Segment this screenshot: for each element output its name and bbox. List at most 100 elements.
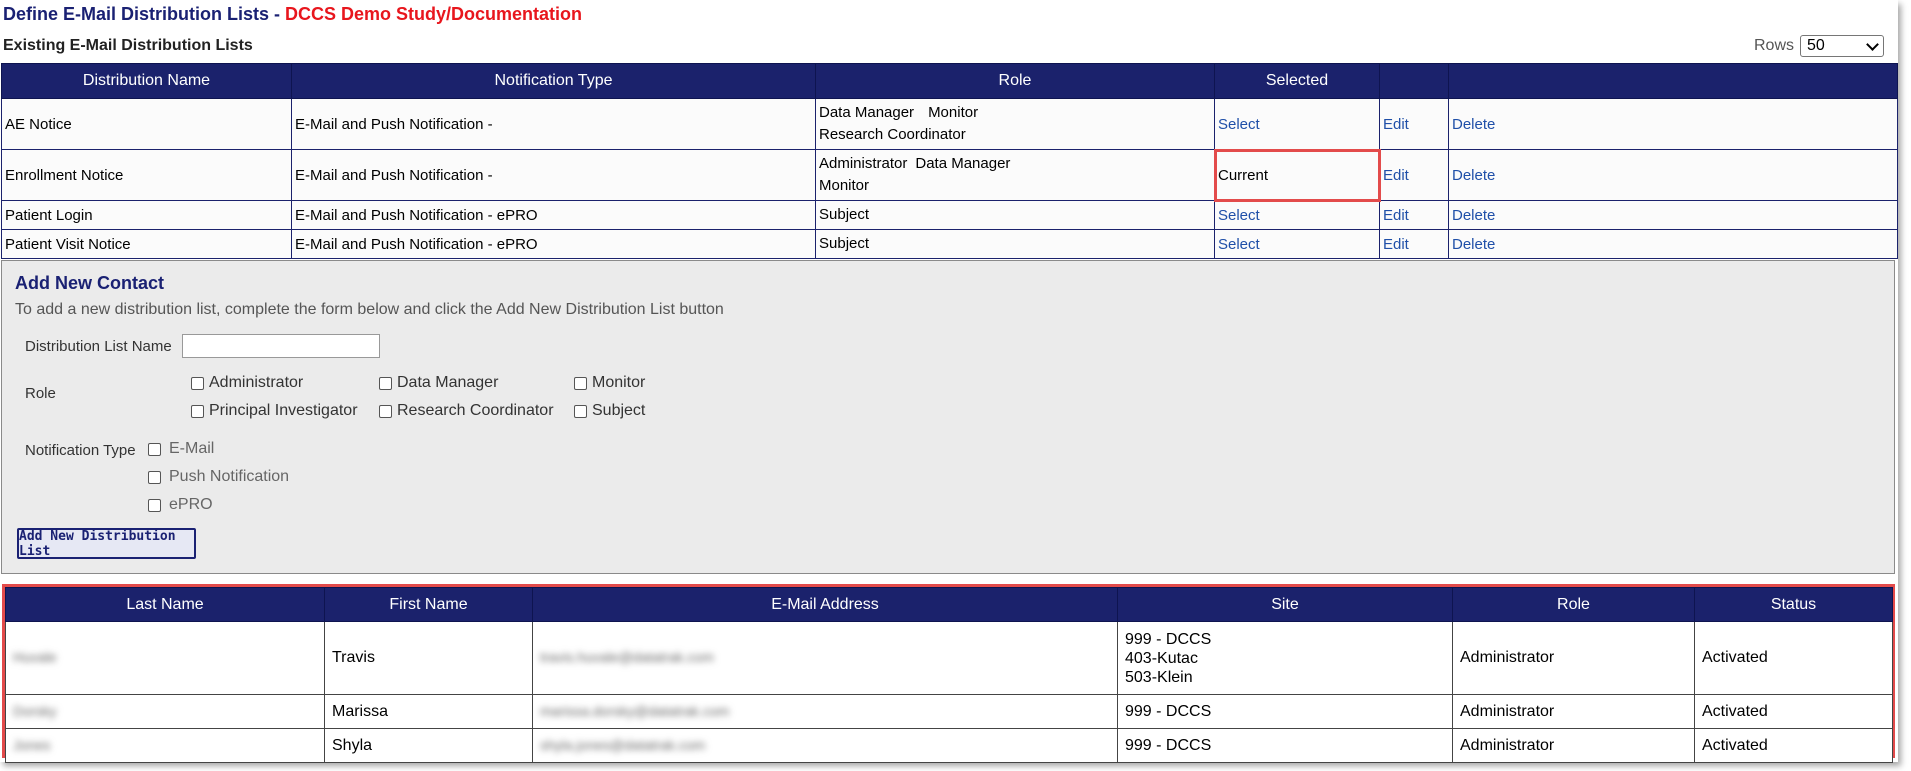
role-list: Subject xyxy=(815,200,1215,230)
app-frame: Define E-Mail Distribution Lists - DCCS … xyxy=(0,0,1898,763)
rows-select[interactable]: 50 xyxy=(1800,35,1884,57)
site-line: 999 - DCCS xyxy=(1125,736,1212,754)
site: 999 - DCCS xyxy=(1117,694,1453,729)
table-row: Jones Shyla shyla.jones@datatrak.com 999… xyxy=(5,728,1893,763)
role-checkbox-subject[interactable]: Subject xyxy=(574,402,645,420)
last-name: Huvale xyxy=(5,621,325,695)
page-title-text: Define E-Mail Distribution Lists - xyxy=(3,4,286,24)
table-header-row: Last Name First Name E-Mail Address Site… xyxy=(5,587,1893,622)
role-chip: Subject xyxy=(819,235,870,252)
email: marissa.dorsky@datatrak.com xyxy=(532,694,1118,729)
contacts-highlight: Last Name First Name E-Mail Address Site… xyxy=(2,584,1895,763)
role-list: Data Manager Monitor Research Coordinator xyxy=(815,98,1215,150)
add-contact-title: Add New Contact xyxy=(15,273,165,293)
edit-link[interactable]: Edit xyxy=(1379,200,1449,230)
col-site: Site xyxy=(1117,587,1453,622)
edit-link[interactable]: Edit xyxy=(1379,229,1449,259)
table-row: AE Notice E-Mail and Push Notification -… xyxy=(1,98,1898,150)
role-checkbox-monitor[interactable]: Monitor xyxy=(574,374,645,392)
site: 999 - DCCS 403-Kutac 503-Klein xyxy=(1117,621,1453,695)
table-row: Enrollment Notice E-Mail and Push Notifi… xyxy=(1,148,1898,202)
last-name-text: Dorsky xyxy=(13,702,57,719)
role: Administrator xyxy=(1452,621,1695,695)
last-name: Jones xyxy=(5,728,325,763)
rows-label: Rows xyxy=(1753,37,1794,54)
select-link[interactable]: Select xyxy=(1214,98,1380,150)
study-name: DCCS Demo Study/Documentation xyxy=(285,4,583,24)
col-distribution-name: Distribution Name xyxy=(1,63,292,99)
distribution-name: AE Notice xyxy=(1,98,292,150)
first-name: Shyla xyxy=(324,728,533,763)
site-line: 999 - DCCS xyxy=(1125,630,1212,648)
notification-type: E-Mail and Push Notification - ePRO xyxy=(291,200,816,230)
checkbox-label: Push Notification xyxy=(169,468,290,485)
delete-link[interactable]: Delete xyxy=(1448,229,1898,259)
last-name: Dorsky xyxy=(5,694,325,729)
checkbox-label: E-Mail xyxy=(169,440,215,457)
add-contact-description: To add a new distribution list, complete… xyxy=(15,301,724,318)
distribution-list-name-input[interactable] xyxy=(182,334,380,358)
distribution-list-name-label: Distribution List Name xyxy=(25,338,172,355)
email-text: marissa.dorsky@datatrak.com xyxy=(540,702,730,719)
site-line: 503-Klein xyxy=(1125,668,1193,686)
notification-type: E-Mail and Push Notification - ePRO xyxy=(291,229,816,259)
role-chip: Research Coordinator xyxy=(819,126,966,143)
role: Administrator xyxy=(1452,728,1695,763)
current-selected-cell: Current xyxy=(1213,148,1381,202)
delete-link[interactable]: Delete xyxy=(1448,200,1898,230)
role-chip: Monitor xyxy=(928,104,979,121)
email-text: shyla.jones@datatrak.com xyxy=(540,736,706,753)
role-chip: Monitor xyxy=(819,177,870,194)
table-row: Dorsky Marissa marissa.dorsky@datatrak.c… xyxy=(5,694,1893,729)
checkbox-icon xyxy=(148,442,161,456)
col-email: E-Mail Address xyxy=(532,587,1118,622)
role-checkbox-principal-investigator[interactable]: Principal Investigator xyxy=(191,402,358,420)
delete-link[interactable]: Delete xyxy=(1448,149,1898,201)
col-role: Role xyxy=(815,63,1215,99)
notification-checkbox-email[interactable]: E-Mail xyxy=(148,440,214,458)
checkbox-icon xyxy=(191,404,204,418)
select-link[interactable]: Select xyxy=(1214,200,1380,230)
role-checkbox-administrator[interactable]: Administrator xyxy=(191,374,303,392)
checkbox-icon xyxy=(191,376,204,390)
checkbox-icon xyxy=(148,470,161,484)
role-chip: Data Manager xyxy=(915,155,1011,172)
last-name-text: Jones xyxy=(13,736,51,753)
role-chip: Subject xyxy=(819,206,870,223)
role-label: Role xyxy=(25,385,56,402)
role-chip: Administrator xyxy=(819,155,908,172)
last-name-text: Huvale xyxy=(13,649,57,665)
email: shyla.jones@datatrak.com xyxy=(532,728,1118,763)
select-link[interactable]: Select xyxy=(1214,229,1380,259)
col-selected: Selected xyxy=(1214,63,1380,99)
checkbox-icon xyxy=(574,404,587,418)
email: travis.huvale@datatrak.com xyxy=(532,621,1118,695)
col-first-name: First Name xyxy=(324,587,533,622)
table-row: Huvale Travis travis.huvale@datatrak.com… xyxy=(5,621,1893,695)
col-delete xyxy=(1448,63,1898,99)
distribution-lists-table: Distribution Name Notification Type Role… xyxy=(1,63,1898,259)
checkbox-icon xyxy=(574,376,587,390)
notification-type-label: Notification Type xyxy=(25,442,136,459)
checkbox-icon xyxy=(148,498,161,512)
checkbox-label: Monitor xyxy=(592,374,646,391)
first-name: Travis xyxy=(324,621,533,695)
edit-link[interactable]: Edit xyxy=(1379,98,1449,150)
add-distribution-list-button[interactable]: Add New Distribution List xyxy=(17,528,196,559)
notification-checkbox-epro[interactable]: ePRO xyxy=(148,496,213,514)
col-last-name: Last Name xyxy=(5,587,325,622)
role-checkbox-data-manager[interactable]: Data Manager xyxy=(379,374,498,392)
checkbox-label: Research Coordinator xyxy=(397,402,554,419)
checkbox-icon xyxy=(379,376,392,390)
delete-link[interactable]: Delete xyxy=(1448,98,1898,150)
status: Activated xyxy=(1694,694,1893,729)
table-header-row: Distribution Name Notification Type Role… xyxy=(1,63,1898,99)
role-checkbox-research-coordinator[interactable]: Research Coordinator xyxy=(379,402,554,420)
edit-link[interactable]: Edit xyxy=(1379,149,1449,201)
chevron-down-icon xyxy=(1866,37,1879,51)
notification-checkbox-push[interactable]: Push Notification xyxy=(148,468,289,486)
checkbox-label: Data Manager xyxy=(397,374,499,391)
distribution-name: Enrollment Notice xyxy=(1,149,292,201)
add-contact-panel: Add New Contact To add a new distributio… xyxy=(1,260,1895,574)
page-title: Define E-Mail Distribution Lists - DCCS … xyxy=(3,4,582,25)
